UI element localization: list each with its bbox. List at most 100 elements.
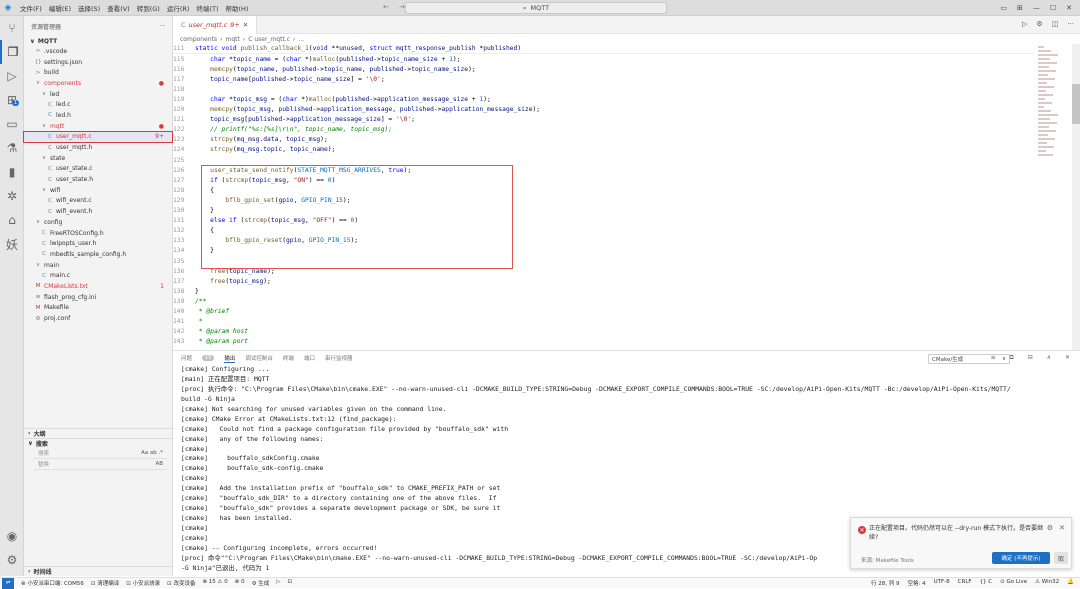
breadcrumb-item[interactable]: C user_mqtt.c: [248, 36, 290, 43]
tree-item[interactable]: ≡ flash_prog_cfg.ini: [24, 292, 172, 303]
status-item[interactable]: 行 28, 列 9: [871, 579, 900, 587]
account-icon[interactable]: ◉: [0, 524, 24, 548]
window-control-icon[interactable]: ☐: [1050, 4, 1056, 12]
gear-icon[interactable]: ⚙: [1047, 524, 1053, 532]
timeline-section[interactable]: › 时间线: [24, 566, 173, 576]
remote-explorer-icon[interactable]: ▭: [0, 112, 24, 136]
tree-item[interactable]: > build: [24, 67, 172, 78]
tree-item[interactable]: > .vscode: [24, 46, 172, 57]
replace-options[interactable]: AB: [155, 461, 163, 467]
status-item[interactable]: {} C: [980, 579, 993, 587]
command-center-search[interactable]: ⌕ MQTT: [405, 2, 667, 14]
tree-item[interactable]: C FreeRTOSConfig.h: [24, 228, 172, 239]
source-control-icon[interactable]: ⑂: [0, 16, 24, 40]
replace-input[interactable]: 替换 AB: [34, 459, 167, 470]
cancel-button[interactable]: 取: [1054, 552, 1068, 564]
editor-scrollbar[interactable]: [1072, 44, 1080, 350]
tree-item[interactable]: Cmain.c: [24, 270, 172, 281]
status-item[interactable]: ▷: [276, 579, 280, 587]
panel-tab[interactable]: 输出: [224, 354, 236, 363]
confirm-button[interactable]: 确定 (不再提示): [992, 552, 1050, 564]
tree-item[interactable]: Cmbedtls_sample_config.h: [24, 249, 172, 260]
breadcrumb-item[interactable]: ...: [298, 36, 304, 43]
window-control-icon[interactable]: ⊞: [1017, 4, 1023, 12]
status-item[interactable]: UTF-8: [934, 579, 950, 587]
yao-icon[interactable]: 妖: [0, 232, 24, 256]
menu-item[interactable]: 编辑(E): [49, 3, 71, 13]
status-item[interactable]: CRLF: [958, 579, 972, 587]
status-item[interactable]: 🔔: [1067, 579, 1074, 587]
status-item[interactable]: ⚠ Win32: [1035, 579, 1059, 587]
tree-item[interactable]: ∨ led: [24, 89, 172, 100]
tree-item[interactable]: Cuser_mqtt.c 9+: [23, 130, 173, 144]
bug-icon[interactable]: ✲: [0, 184, 24, 208]
panel-tab[interactable]: 端口: [304, 354, 315, 362]
panel-tab[interactable]: 串行监视器: [325, 354, 353, 362]
tree-item[interactable]: M CMakeLists.txt 1: [24, 281, 172, 292]
menu-item[interactable]: 选择(S): [78, 3, 100, 13]
outline-section[interactable]: › 大纲: [24, 428, 173, 438]
panel-tools[interactable]: ≡ ⧉ ⊟ ∧ ✕: [991, 354, 1076, 362]
extensions-icon[interactable]: ⊞1: [0, 88, 24, 112]
manage-gear-icon[interactable]: ⚙: [0, 548, 24, 572]
tab-user-mqtt-c[interactable]: C user_mqtt.c 9+ ✕: [173, 15, 258, 34]
status-item[interactable]: ⊗ 小安派串口端: COM56: [21, 579, 84, 587]
run-debug-icon[interactable]: ▷: [0, 64, 24, 88]
tree-item[interactable]: {} settings.json: [24, 57, 172, 68]
tree-item[interactable]: Cled.h: [24, 110, 172, 121]
testing-icon[interactable]: ⚗: [0, 136, 24, 160]
status-item[interactable]: 空格: 4: [908, 579, 926, 587]
status-item[interactable]: ⊗ 15 ⚠ 0: [202, 579, 227, 587]
tree-item[interactable]: ⚙ proj.conf: [24, 313, 172, 324]
tree-item[interactable]: Cwifi_event.h: [24, 206, 172, 217]
close-icon[interactable]: ✕: [1059, 524, 1065, 532]
more-actions-icon[interactable]: ···: [159, 23, 165, 30]
panel-tab[interactable]: 终端: [283, 354, 294, 362]
menu-item[interactable]: 帮助(H): [225, 3, 248, 13]
tree-item[interactable]: Cuser_state.h: [24, 174, 172, 185]
editor-tool-icon[interactable]: ⚙: [1036, 20, 1042, 28]
tree-item[interactable]: ∨ config: [24, 217, 172, 228]
search-options[interactable]: Aa ab .*: [141, 450, 163, 456]
panel-tab[interactable]: 问题: [181, 354, 192, 362]
breadcrumb-item[interactable]: mqtt: [225, 36, 239, 43]
menu-item[interactable]: 转到(G): [137, 3, 160, 13]
panel-tab[interactable]: 调试控制台: [245, 354, 273, 362]
menu-item[interactable]: 运行(R): [167, 3, 190, 13]
scroll-thumb[interactable]: [1072, 84, 1080, 124]
status-item[interactable]: ⊡ 改变设备: [167, 579, 195, 587]
status-item[interactable]: ⊡ 小安派烧录: [126, 579, 160, 587]
window-control-icon[interactable]: —: [1033, 4, 1040, 12]
tree-item[interactable]: Cuser_state.c: [24, 164, 172, 175]
project-root[interactable]: ∨ MQTT: [24, 36, 172, 46]
explorer-icon[interactable]: ❐: [0, 40, 24, 64]
window-control-icon[interactable]: ▭: [1000, 4, 1007, 12]
tree-item[interactable]: Cled.c: [24, 99, 172, 110]
editor-tool-icon[interactable]: ◫: [1052, 20, 1059, 28]
window-control-icon[interactable]: ✕: [1066, 4, 1072, 12]
tree-item[interactable]: Clwipopts_user.h: [24, 238, 172, 249]
status-item[interactable]: ⊗ 0: [235, 579, 245, 587]
close-icon[interactable]: ✕: [243, 21, 248, 29]
menu-item[interactable]: 查看(V): [107, 3, 130, 13]
status-item[interactable]: ⊙ Go Live: [1000, 579, 1027, 587]
tree-item[interactable]: ∨ wifi: [24, 185, 172, 196]
remote-icon[interactable]: ⇌: [2, 577, 14, 589]
tree-item[interactable]: ∨ main: [24, 260, 172, 271]
minimap[interactable]: [1038, 44, 1060, 344]
tree-item[interactable]: ∨ mqtt ●: [24, 121, 172, 132]
editor-tool-icon[interactable]: ···: [1067, 20, 1074, 28]
tree-item[interactable]: M Makefile: [24, 303, 172, 314]
search-input[interactable]: 搜索 Aa ab .*: [34, 448, 167, 459]
menu-item[interactable]: 终端(T): [196, 3, 218, 13]
tree-item[interactable]: Cwifi_event.c: [24, 196, 172, 207]
tree-item[interactable]: Cuser_mqtt.h: [24, 142, 172, 153]
status-item[interactable]: ⊡: [288, 579, 293, 587]
platform-icon[interactable]: ⌂: [0, 208, 24, 232]
status-item[interactable]: ⚙ 生成: [252, 579, 270, 587]
tree-item[interactable]: ∨ components ●: [24, 78, 172, 89]
search-section[interactable]: ∨ 搜索: [24, 438, 173, 448]
status-item[interactable]: ⊡ 清理编译: [91, 579, 119, 587]
tree-item[interactable]: ∨ state: [24, 153, 172, 164]
editor-tool-icon[interactable]: ▷: [1022, 20, 1027, 28]
